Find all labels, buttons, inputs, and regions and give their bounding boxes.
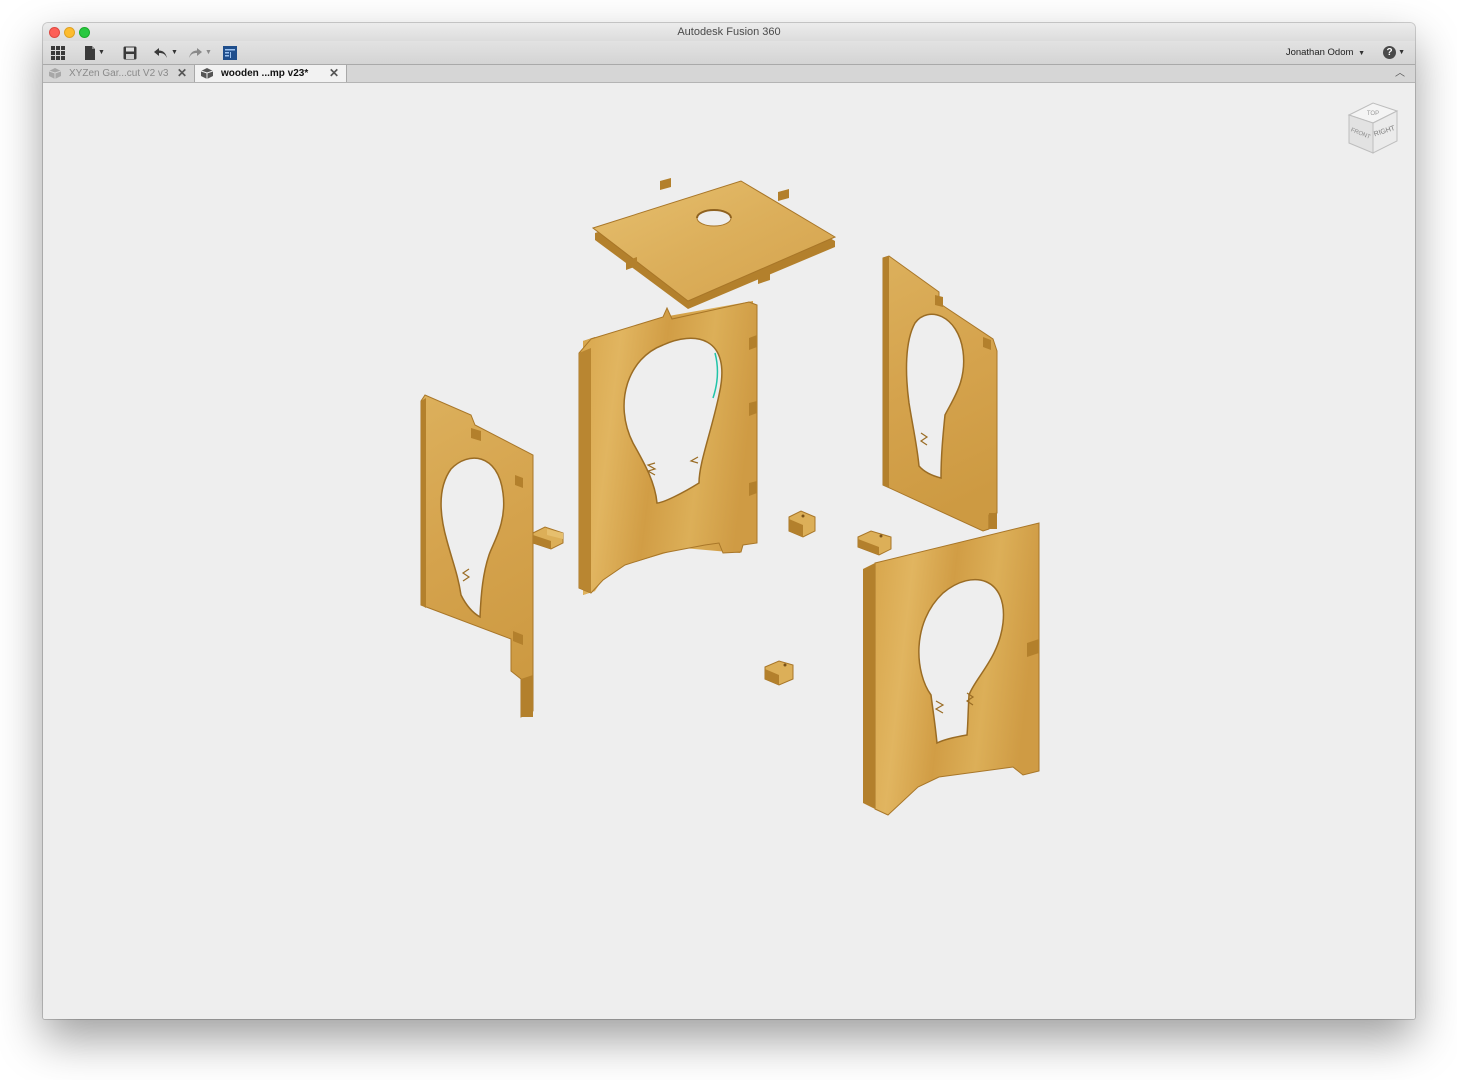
window-title: Autodesk Fusion 360	[677, 26, 781, 38]
redo-icon	[189, 47, 202, 58]
document-tab-active[interactable]: wooden ...mp v23* ✕	[195, 65, 347, 82]
toolbar: ▼ ▼ ▼ Jonathan Odom ▼ ? ▼	[43, 41, 1415, 65]
side-left-panel[interactable]	[420, 394, 534, 718]
collapse-toolbar-button[interactable]: ︿	[1395, 65, 1405, 82]
undo-icon	[154, 47, 167, 58]
document-tab[interactable]: XYZen Gar...cut V2 v3 ✕	[43, 65, 195, 82]
file-menu-button[interactable]: ▼	[84, 44, 105, 61]
3d-viewport[interactable]: TOP FRONT RIGHT	[43, 83, 1415, 1019]
app-window: Autodesk Fusion 360 ▼ ▼ ▼ Jonathan Odom …	[43, 23, 1415, 1019]
small-block-center[interactable]	[788, 510, 816, 538]
top-plate[interactable]	[591, 178, 837, 309]
close-tab-icon[interactable]: ✕	[329, 65, 339, 82]
help-icon: ?	[1383, 46, 1397, 59]
app-grid-button[interactable]	[51, 44, 65, 61]
component-icon	[201, 68, 213, 79]
user-menu[interactable]: Jonathan Odom ▼	[1286, 44, 1365, 61]
small-block-right[interactable]	[857, 530, 892, 556]
help-button[interactable]: ? ▼	[1383, 44, 1405, 61]
save-icon	[123, 46, 137, 59]
close-tab-icon[interactable]: ✕	[177, 65, 187, 82]
exploded-lamp-model[interactable]	[43, 83, 1415, 1019]
front-right-panel[interactable]	[863, 522, 1043, 816]
data-panel-icon	[223, 45, 237, 60]
chevron-down-icon: ▼	[1358, 50, 1365, 57]
small-block-left[interactable]	[532, 526, 564, 550]
maximize-window-button[interactable]	[79, 27, 90, 38]
undo-button[interactable]: ▼	[153, 44, 178, 61]
title-bar: Autodesk Fusion 360	[43, 23, 1415, 41]
file-icon	[85, 45, 95, 60]
user-name: Jonathan Odom	[1285, 47, 1354, 58]
chevron-up-icon: ︿	[1395, 68, 1405, 79]
front-left-panel[interactable]	[578, 301, 758, 595]
minimize-window-button[interactable]	[64, 27, 75, 38]
data-panel-button[interactable]	[223, 44, 237, 61]
save-button[interactable]	[123, 44, 137, 61]
document-tab-bar: XYZen Gar...cut V2 v3 ✕ wooden ...mp v23…	[43, 65, 1415, 83]
tab-label: XYZen Gar...cut V2 v3	[69, 68, 169, 79]
component-icon	[49, 68, 61, 79]
small-block-bottom[interactable]	[764, 660, 794, 686]
app-grid-icon	[51, 45, 65, 60]
back-right-panel[interactable]	[882, 255, 998, 532]
redo-button[interactable]: ▼	[187, 44, 212, 61]
close-window-button[interactable]	[49, 27, 60, 38]
tab-label: wooden ...mp v23*	[221, 68, 309, 79]
